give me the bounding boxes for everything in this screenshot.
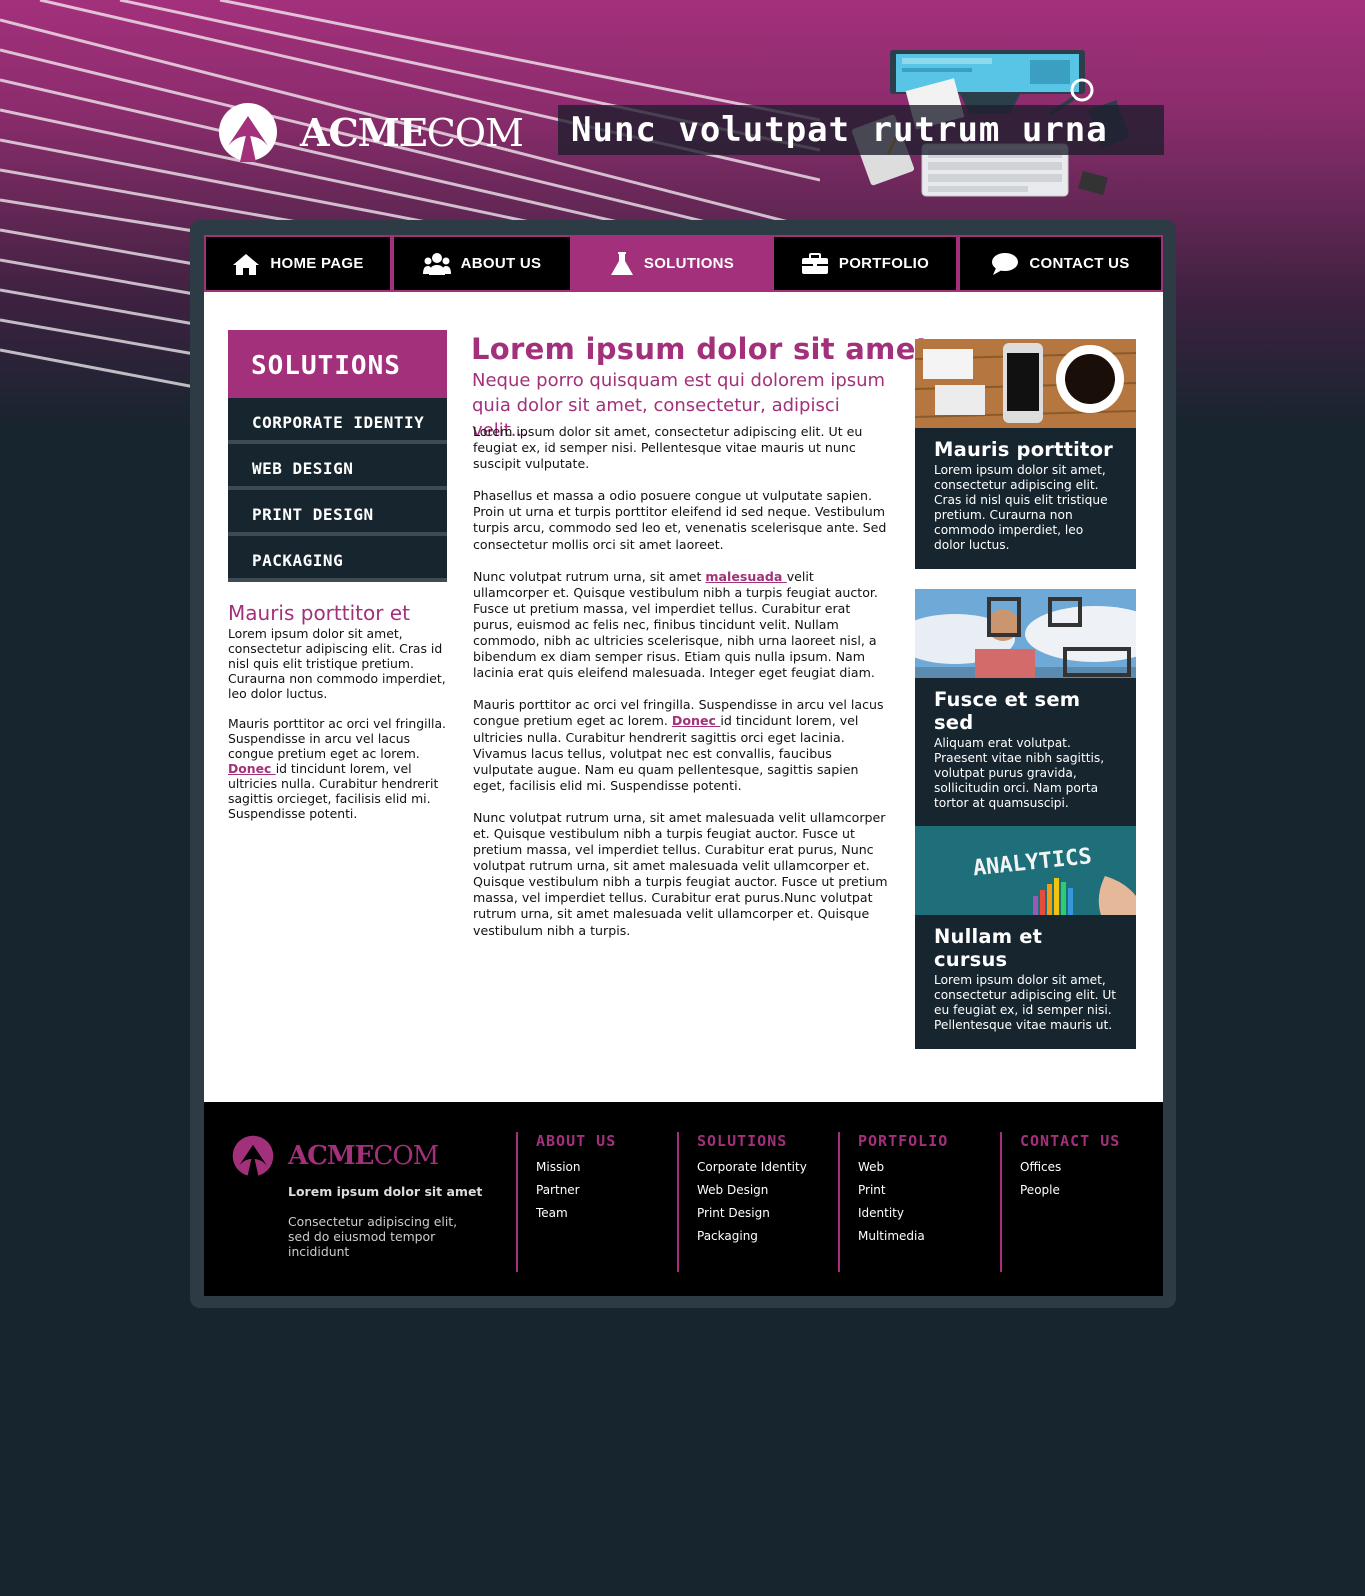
footer-link-multimedia[interactable]: Multimedia: [858, 1225, 988, 1248]
feature-card[interactable]: Fusce et sem sed Aliquam erat volutpat. …: [915, 589, 1136, 827]
sidebar-menu: CORPORATE IDENTIY WEB DESIGN PRINT DESIG…: [228, 398, 447, 582]
home-icon: [232, 252, 260, 276]
footer-description: Consectetur adipiscing elit, sed do eius…: [288, 1214, 458, 1259]
main-paragraph: Phasellus et massa a odio posuere congue…: [473, 488, 887, 552]
footer-column-title: SOLUTIONS: [697, 1132, 788, 1150]
card-text: Lorem ipsum dolor sit amet, consectetur …: [934, 973, 1117, 1032]
nav-solutions[interactable]: SOLUTIONS: [572, 235, 772, 292]
card-title: Nullam et cursus: [934, 925, 1043, 971]
header: ACMECOM Nunc volutpat rutrum urna: [0, 0, 1365, 215]
footer-column-title: ABOUT US: [536, 1132, 617, 1150]
site-logo[interactable]: ACMECOM: [218, 102, 524, 162]
logo-mark-icon: [219, 103, 277, 162]
malesuada-link[interactable]: malesuada: [705, 569, 786, 584]
footer-logo-text: ACMECOM: [288, 1141, 439, 1171]
footer-column-about-us: ABOUT US Mission Partner Team: [516, 1132, 666, 1272]
briefcase-icon: [801, 252, 829, 275]
main-title: Lorem ipsum dolor sit amet: [471, 332, 930, 366]
footer-column-portfolio: PORTFOLIO Web Print Identity Multimedia: [838, 1132, 988, 1272]
card-title: Fusce et sem sed: [934, 688, 1081, 734]
footer-link-packaging[interactable]: Packaging: [697, 1225, 827, 1248]
footer-link-team[interactable]: Team: [536, 1202, 666, 1225]
sidebar-item-corporate-identity[interactable]: CORPORATE IDENTIY: [228, 398, 447, 444]
footer-link-offices[interactable]: Offices: [1020, 1156, 1150, 1179]
main-paragraph: Lorem ipsum dolor sit amet, consectetur …: [473, 424, 863, 472]
footer-link-mission[interactable]: Mission: [536, 1156, 666, 1179]
feature-card[interactable]: Mauris porttitor Lorem ipsum dolor sit a…: [915, 339, 1136, 569]
sidebar-title: SOLUTIONS: [228, 330, 447, 398]
analytics-photo-image: ANALYTICS: [915, 826, 1136, 915]
footer-link-print-design[interactable]: Print Design: [697, 1202, 827, 1225]
card-text: Lorem ipsum dolor sit amet, consectetur …: [934, 463, 1108, 552]
sidebar-item-print-design[interactable]: PRINT DESIGN: [228, 490, 447, 536]
nav-about-us[interactable]: ABOUT US: [392, 235, 572, 292]
nav-label: ABOUT US: [460, 255, 542, 272]
footer-logo[interactable]: ACMECOM: [232, 1135, 439, 1177]
footer-tagline: Lorem ipsum dolor sit amet: [288, 1184, 483, 1199]
footer-link-people[interactable]: People: [1020, 1179, 1150, 1202]
sidebar-item-web-design[interactable]: WEB DESIGN: [228, 444, 447, 490]
card-title: Mauris porttitor: [934, 438, 1113, 461]
main-navigation: HOME PAGE ABOUT US SOLUTIONS PORTFOLIO C…: [204, 235, 1163, 292]
logo-mark-icon: [232, 1135, 274, 1177]
flask-icon: [610, 251, 634, 277]
nav-contact-us[interactable]: CONTACT US: [958, 235, 1163, 292]
footer: ACMECOM Lorem ipsum dolor sit amet Conse…: [204, 1102, 1163, 1296]
sidebar-paragraph: Lorem ipsum dolor sit amet, consectetur …: [228, 626, 446, 701]
footer-link-partner[interactable]: Partner: [536, 1179, 666, 1202]
desk-photo-image: [915, 339, 1136, 428]
donec-link[interactable]: Donec: [228, 761, 276, 776]
donec-link[interactable]: Donec: [672, 713, 720, 728]
main-paragraph: Mauris porttitor ac orci vel fringilla. …: [473, 697, 884, 793]
nav-label: CONTACT US: [1029, 255, 1130, 272]
content-area: SOLUTIONS CORPORATE IDENTIY WEB DESIGN P…: [204, 292, 1163, 1102]
feature-card[interactable]: ANALYTICS Nullam et cursus Lorem ipsum d…: [915, 826, 1136, 1049]
footer-link-print[interactable]: Print: [858, 1179, 988, 1202]
footer-link-identity[interactable]: Identity: [858, 1202, 988, 1225]
sidebar-paragraph: Mauris porttitor ac orci vel fringilla. …: [228, 716, 446, 821]
sidebar-item-packaging[interactable]: PACKAGING: [228, 536, 447, 582]
footer-column-title: PORTFOLIO: [858, 1132, 949, 1150]
nav-label: PORTFOLIO: [838, 255, 930, 272]
nav-label: SOLUTIONS: [643, 255, 735, 272]
header-tagline: Nunc volutpat rutrum urna: [558, 105, 1164, 155]
footer-link-corporate-identity[interactable]: Corporate Identity: [697, 1156, 827, 1179]
nav-label: HOME PAGE: [270, 255, 364, 272]
footer-link-web-design[interactable]: Web Design: [697, 1179, 827, 1202]
main-paragraph: Nunc volutpat rutrum urna, sit amet male…: [473, 568, 878, 681]
nav-portfolio[interactable]: PORTFOLIO: [772, 235, 958, 292]
main-body: Lorem ipsum dolor sit amet, consectetur …: [473, 424, 893, 955]
nav-home-page[interactable]: HOME PAGE: [204, 235, 392, 292]
footer-column-solutions: SOLUTIONS Corporate Identity Web Design …: [677, 1132, 827, 1272]
sidebar-subtitle: Mauris porttitor et: [228, 601, 410, 625]
card-text: Aliquam erat volutpat. Praesent vitae ni…: [934, 736, 1105, 810]
users-icon: [422, 252, 451, 276]
sidebar-text: Lorem ipsum dolor sit amet, consectetur …: [228, 626, 447, 836]
logo-text: ACMECOM: [300, 109, 524, 155]
main-paragraph: Nunc volutpat rutrum urna, sit amet male…: [473, 809, 888, 938]
footer-link-web[interactable]: Web: [858, 1156, 988, 1179]
footer-column-title: CONTACT US: [1020, 1132, 1121, 1150]
frames-photo-image: [915, 589, 1136, 678]
footer-column-contact-us: CONTACT US Offices People: [1000, 1132, 1150, 1272]
speech-bubble-icon: [991, 252, 1019, 276]
